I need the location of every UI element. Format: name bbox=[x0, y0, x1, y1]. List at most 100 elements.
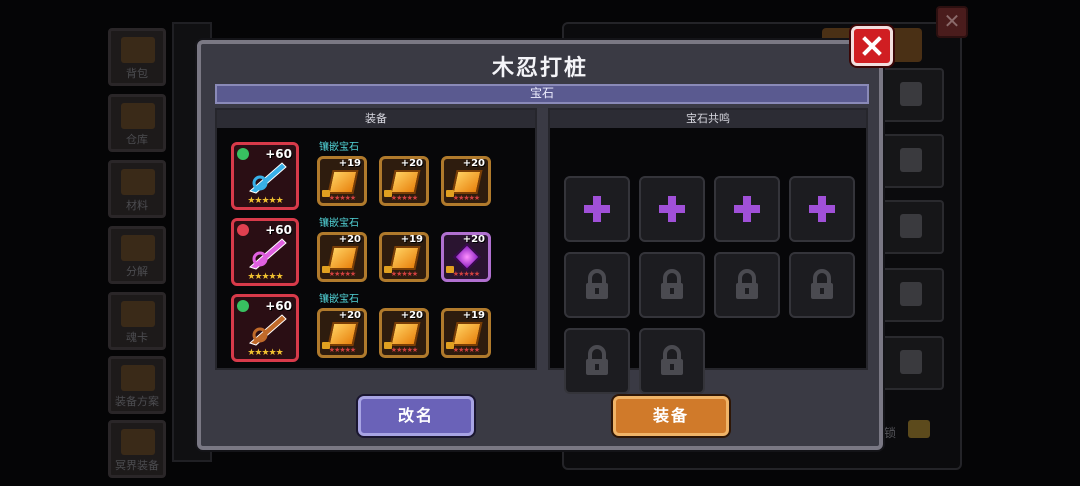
weapon-stars: ★★★★★ bbox=[247, 348, 283, 358]
dialog-title: 木忍打桩 bbox=[491, 56, 588, 81]
gem-stars: ★★★★★ bbox=[328, 346, 356, 354]
purple-gem-icon bbox=[452, 242, 482, 272]
gem-level: +19 bbox=[338, 158, 361, 169]
weapon-slot[interactable]: +60 ★★★★★ bbox=[231, 294, 299, 362]
gem-stars: ★★★★★ bbox=[328, 270, 356, 278]
locked-gem-slot bbox=[714, 252, 780, 318]
plus-icon bbox=[659, 196, 685, 222]
gem-dialog: 木忍打桩 宝石 装备 +60 ★★★★★ 镶嵌宝石 +19 ★★★★★ +20 ★★★★★ +… bbox=[197, 40, 883, 450]
equip-plan-icon bbox=[121, 365, 155, 391]
close-icon bbox=[862, 36, 882, 56]
gem-stars: ★★★★★ bbox=[390, 270, 418, 278]
warehouse-icon bbox=[121, 103, 155, 129]
weapon-slot[interactable]: +60 ★★★★★ bbox=[231, 218, 299, 286]
shirt-icon bbox=[900, 148, 922, 172]
weapon-stars: ★★★★★ bbox=[247, 272, 283, 282]
gem-level: +20 bbox=[338, 310, 361, 321]
bg-tab-label: 装备方案 bbox=[115, 395, 159, 408]
plus-icon bbox=[584, 196, 610, 222]
padlock-icon bbox=[661, 345, 683, 375]
gem-stars: ★★★★★ bbox=[390, 346, 418, 354]
soul-card-icon bbox=[121, 301, 155, 327]
materials-icon bbox=[121, 169, 155, 195]
inlay-gem-label: 镶嵌宝石 bbox=[319, 218, 359, 229]
bg-tab-label: 仓库 bbox=[126, 133, 148, 146]
shirt-icon bbox=[900, 214, 922, 238]
weapon-stars: ★★★★★ bbox=[247, 196, 283, 206]
add-gem-slot[interactable] bbox=[564, 176, 630, 242]
lock-icon bbox=[908, 420, 930, 438]
add-gem-slot[interactable] bbox=[639, 176, 705, 242]
equip-button[interactable]: 装备 bbox=[613, 396, 729, 436]
gem-scroll-icon bbox=[451, 322, 483, 346]
equipment-row: +60 ★★★★★ 镶嵌宝石 +20 ★★★★★ +19 ★★★★★ +20 ★★★★★ bbox=[231, 218, 531, 288]
weapon-icon bbox=[249, 162, 287, 194]
bg-tab-label: 材料 bbox=[126, 199, 148, 212]
gem-scroll-icon bbox=[327, 246, 359, 270]
background-lock-label: 锁 bbox=[884, 426, 897, 440]
equipment-row: +60 ★★★★★ 镶嵌宝石 +19 ★★★★★ +20 ★★★★★ +20 ★★★★★ bbox=[231, 142, 531, 212]
locked-gem-slot bbox=[564, 252, 630, 318]
gem-scroll-icon bbox=[389, 170, 421, 194]
bg-tab-label: 魂卡 bbox=[126, 331, 148, 344]
gem-resonance-panel-title: 宝石共鸣 bbox=[550, 110, 866, 128]
add-gem-slot[interactable] bbox=[714, 176, 780, 242]
gem-scroll-icon bbox=[327, 322, 359, 346]
weapon-icon bbox=[249, 238, 287, 270]
gem-scroll-icon bbox=[389, 322, 421, 346]
inlay-gem-label: 镶嵌宝石 bbox=[319, 142, 359, 153]
locked-gem-slot bbox=[564, 328, 630, 394]
inlaid-gem-slot[interactable]: +19 ★★★★★ bbox=[441, 308, 491, 358]
inlaid-gem-slot[interactable]: +20 ★★★★★ bbox=[441, 232, 491, 282]
bg-tab-label: 背包 bbox=[126, 67, 148, 80]
shirt-icon bbox=[900, 350, 922, 374]
locked-gem-slot bbox=[639, 252, 705, 318]
bg-tab-label: 分解 bbox=[126, 265, 148, 278]
bg-tab-soul-card: 魂卡 bbox=[108, 292, 166, 350]
gem-stars: ★★★★★ bbox=[452, 270, 480, 278]
bg-tab-bag: 背包 bbox=[108, 28, 166, 86]
gem-stars: ★★★★★ bbox=[390, 194, 418, 202]
equipment-row: +60 ★★★★★ 镶嵌宝石 +20 ★★★★★ +20 ★★★★★ +19 ★★★★★ bbox=[231, 294, 531, 364]
padlock-icon bbox=[586, 269, 608, 299]
locked-gem-slot bbox=[639, 328, 705, 394]
padlock-icon bbox=[661, 269, 683, 299]
inlaid-gem-slot[interactable]: +20 ★★★★★ bbox=[317, 308, 367, 358]
gem-scroll-icon bbox=[327, 170, 359, 194]
bg-equip-slot bbox=[880, 268, 944, 322]
decompose-icon bbox=[121, 235, 155, 261]
bg-tab-underworld-equip: 冥界装备 bbox=[108, 420, 166, 478]
inlaid-gem-slot[interactable]: +20 ★★★★★ bbox=[379, 156, 429, 206]
bg-tab-decompose: 分解 bbox=[108, 226, 166, 284]
bg-equip-slot bbox=[880, 336, 944, 390]
add-gem-slot[interactable] bbox=[789, 176, 855, 242]
gem-resonance-panel: 宝石共鸣 bbox=[548, 108, 868, 394]
bag-icon bbox=[121, 37, 155, 63]
weapon-slot[interactable]: +60 ★★★★★ bbox=[231, 142, 299, 210]
underworld-equip-icon bbox=[121, 429, 155, 455]
background-close-icon: ✕ bbox=[936, 6, 968, 38]
gem-stars: ★★★★★ bbox=[452, 194, 480, 202]
inlaid-gem-slot[interactable]: +20 ★★★★★ bbox=[317, 232, 367, 282]
inlaid-gem-slot[interactable]: +20 ★★★★★ bbox=[441, 156, 491, 206]
gem-scroll-icon bbox=[451, 170, 483, 194]
bg-tab-warehouse: 仓库 bbox=[108, 94, 166, 152]
close-button[interactable] bbox=[851, 26, 893, 66]
gem-level: +20 bbox=[462, 158, 485, 169]
bg-equip-slot bbox=[880, 68, 944, 122]
weapon-icon bbox=[249, 314, 287, 346]
bg-tab-materials: 材料 bbox=[108, 160, 166, 218]
padlock-icon bbox=[586, 345, 608, 375]
shirt-icon bbox=[900, 282, 922, 306]
locked-gem-slot bbox=[789, 252, 855, 318]
gem-level: +19 bbox=[462, 310, 485, 321]
plus-icon bbox=[809, 196, 835, 222]
shirt-icon bbox=[900, 82, 922, 106]
gem-level: +20 bbox=[400, 310, 423, 321]
inlaid-gem-slot[interactable]: +20 ★★★★★ bbox=[379, 308, 429, 358]
inlaid-gem-slot[interactable]: +19 ★★★★★ bbox=[317, 156, 367, 206]
inlaid-gem-slot[interactable]: +19 ★★★★★ bbox=[379, 232, 429, 282]
background-sidebar: 背包 仓库 材料 分解 魂卡 装备方案 冥界装备 bbox=[108, 20, 170, 480]
rename-button[interactable]: 改名 bbox=[358, 396, 474, 436]
equipment-panel: 装备 +60 ★★★★★ 镶嵌宝石 +19 ★★★★★ +20 ★★★★★ +20 ★★★★★ +… bbox=[215, 108, 537, 370]
